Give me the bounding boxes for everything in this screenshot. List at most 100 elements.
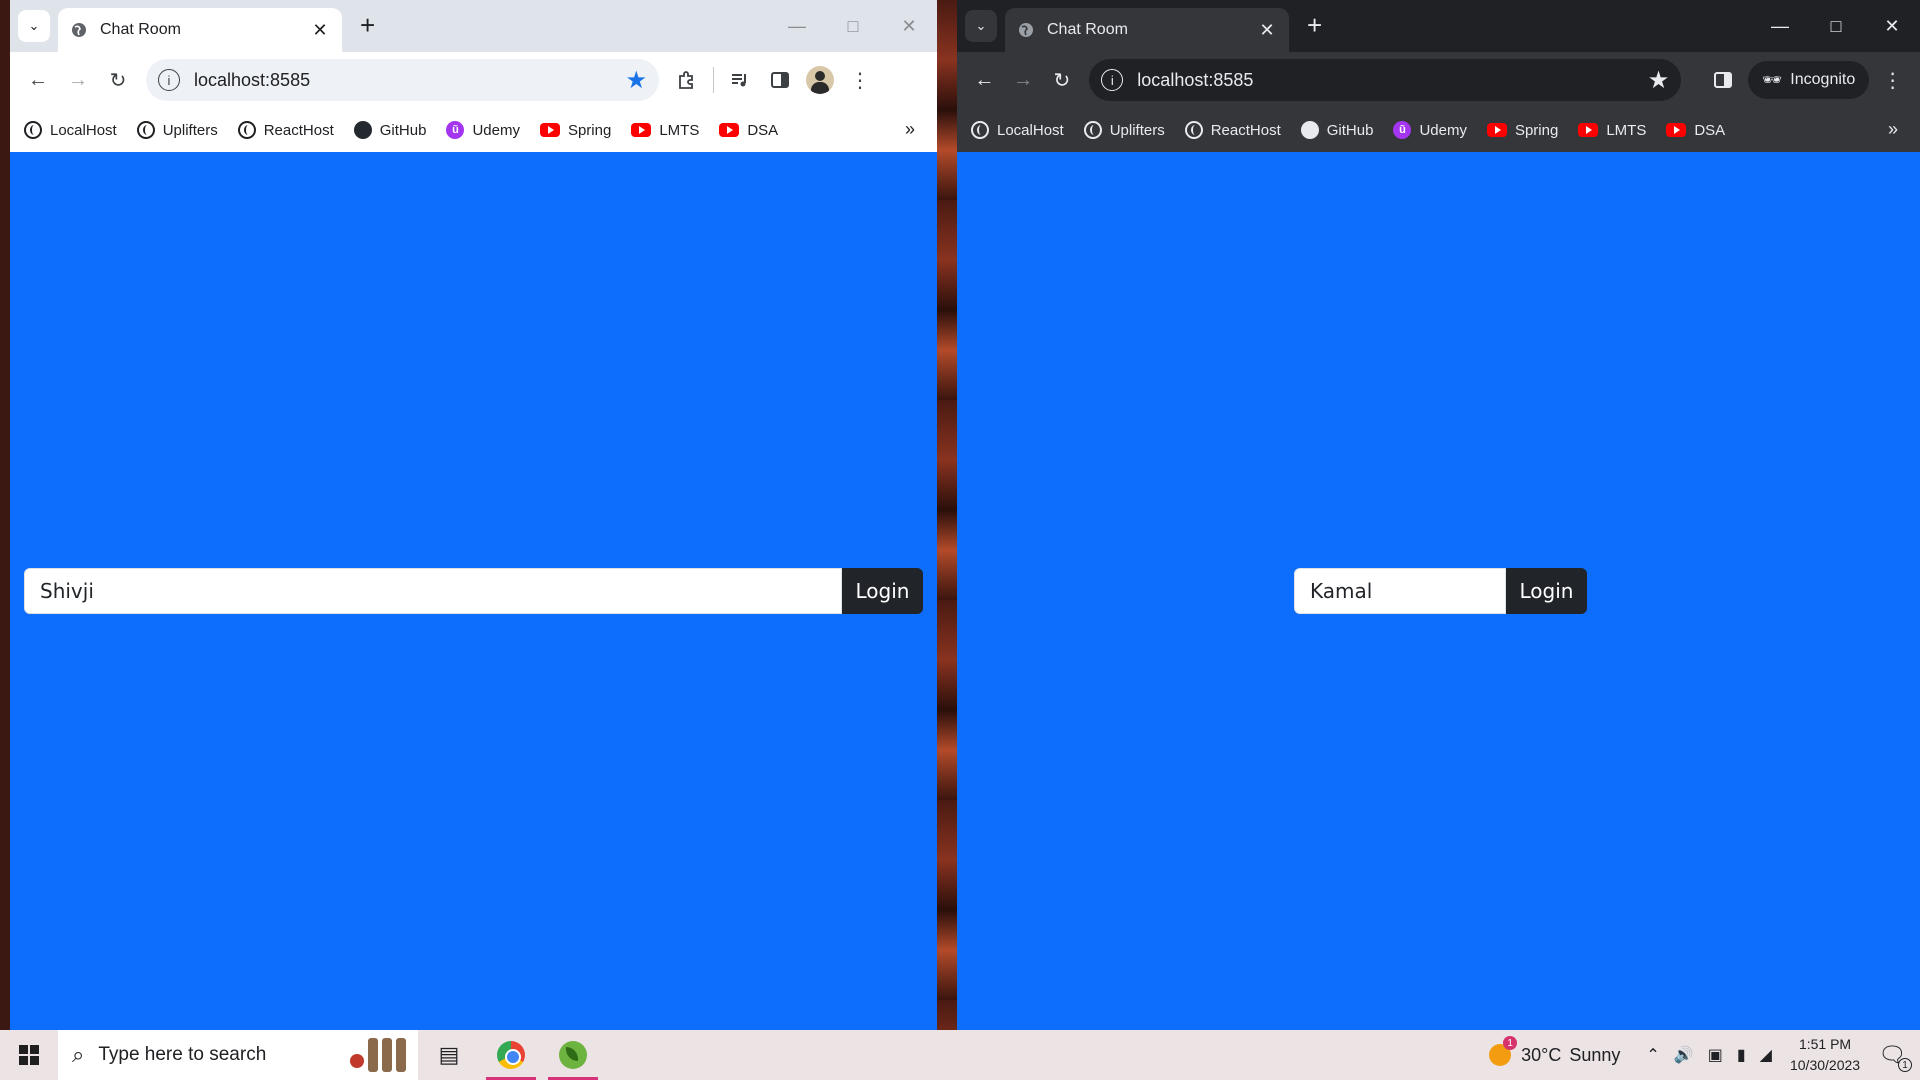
tab-chat-room[interactable]: Chat Room ✕ <box>1005 8 1289 52</box>
profile-avatar[interactable] <box>800 60 840 100</box>
bookmark-label: DSA <box>747 121 779 139</box>
globe-icon <box>70 21 88 39</box>
login-button[interactable]: Login <box>1506 568 1587 614</box>
github-icon <box>353 121 372 139</box>
minimize-icon[interactable]: — <box>769 0 825 52</box>
wifi-icon[interactable]: ◢ <box>1760 1045 1772 1065</box>
side-panel-icon[interactable] <box>760 60 800 100</box>
taskbar-search-box[interactable]: ⌕ Type here to search <box>58 1030 418 1080</box>
globe-icon <box>237 121 256 139</box>
extensions-icon[interactable] <box>667 60 707 100</box>
bookmark-lmts[interactable]: LMTS <box>631 122 699 139</box>
browser-toolbar: ← → ↻ i localhost:8585 ★ ⋮ <box>10 52 937 108</box>
spring-icon <box>559 1041 587 1069</box>
windows-taskbar: ⌕ Type here to search ▤ 1 30°C Sunny ⌃ 🔊… <box>0 1030 1920 1080</box>
bookmark-label: LocalHost <box>50 121 117 139</box>
bookmark-uplifters[interactable]: Uplifters <box>1083 121 1165 139</box>
clock[interactable]: 1:51 PM 10/30/2023 <box>1790 1034 1860 1076</box>
bookmark-udemy[interactable]: ũ Udemy <box>446 121 520 139</box>
menu-kebab-icon[interactable]: ⋮ <box>840 60 880 100</box>
bookmarks-overflow-icon[interactable]: » <box>1888 119 1898 140</box>
bookmark-star-icon[interactable]: ★ <box>1648 66 1670 95</box>
media-control-icon[interactable] <box>720 60 760 100</box>
address-url[interactable]: localhost:8585 <box>194 70 625 91</box>
globe-icon <box>1184 121 1203 139</box>
tab-strip: ⌄ Chat Room ✕ + — □ ✕ <box>957 0 1920 52</box>
address-bar[interactable]: i localhost:8585 ★ <box>1089 59 1682 101</box>
taskbar-chrome[interactable] <box>480 1030 542 1080</box>
login-button[interactable]: Login <box>842 568 923 614</box>
address-url[interactable]: localhost:8585 <box>1137 70 1647 91</box>
minimize-icon[interactable]: — <box>1752 0 1808 52</box>
incognito-badge[interactable]: 🕶 Incognito <box>1747 61 1870 99</box>
taskbar-spring-tool-suite[interactable] <box>542 1030 604 1080</box>
clock-date: 10/30/2023 <box>1789 1057 1861 1073</box>
new-tab-button[interactable]: + <box>1307 12 1322 38</box>
start-button[interactable] <box>0 1030 58 1080</box>
bookmark-label: DSA <box>1694 121 1726 139</box>
notifications-icon[interactable]: 🗨 1 <box>1878 1042 1912 1072</box>
site-info-icon[interactable]: i <box>158 69 180 91</box>
close-window-icon[interactable]: ✕ <box>1864 0 1920 52</box>
tab-search-button[interactable]: ⌄ <box>965 10 997 42</box>
tab-chat-room[interactable]: Chat Room ✕ <box>58 8 342 52</box>
menu-kebab-icon[interactable]: ⋮ <box>1873 60 1912 100</box>
bookmark-reacthost[interactable]: ReactHost <box>1184 121 1281 139</box>
bookmark-label: LocalHost <box>997 121 1064 139</box>
youtube-icon <box>631 123 652 137</box>
chevron-up-icon[interactable]: ⌃ <box>1646 1045 1659 1065</box>
bookmark-localhost[interactable]: LocalHost <box>24 121 117 139</box>
globe-icon <box>1083 121 1102 139</box>
close-tab-icon[interactable]: ✕ <box>1257 20 1277 41</box>
forward-arrow-icon[interactable]: → <box>1004 60 1043 100</box>
bookmark-star-icon[interactable]: ★ <box>625 66 647 95</box>
bookmark-label: Uplifters <box>1109 121 1165 139</box>
battery-icon[interactable]: ▮ <box>1737 1045 1746 1065</box>
bookmark-uplifters[interactable]: Uplifters <box>136 121 218 139</box>
bookmark-label: GitHub <box>1326 121 1374 139</box>
tab-strip: ⌄ Chat Room ✕ + — □ ✕ <box>10 0 937 52</box>
username-input[interactable] <box>1294 568 1506 614</box>
globe-icon <box>24 121 42 139</box>
task-view-button[interactable]: ▤ <box>418 1030 480 1080</box>
bookmark-github[interactable]: GitHub <box>1300 121 1374 139</box>
browser-window-left: ⌄ Chat Room ✕ + — □ ✕ ← → ↻ i localhost:… <box>10 0 937 1030</box>
weather-widget[interactable]: 1 30°C Sunny <box>1489 1036 1620 1066</box>
incognito-label: Incognito <box>1790 71 1856 88</box>
address-bar[interactable]: i localhost:8585 ★ <box>146 59 659 101</box>
bookmark-reacthost[interactable]: ReactHost <box>237 121 334 139</box>
close-tab-icon[interactable]: ✕ <box>310 20 330 41</box>
maximize-icon[interactable]: □ <box>825 0 881 52</box>
github-icon <box>1300 121 1319 139</box>
sun-icon: 1 <box>1489 1036 1518 1066</box>
bookmark-github[interactable]: GitHub <box>353 121 426 139</box>
bookmark-dsa[interactable]: DSA <box>1666 122 1725 139</box>
speaker-icon[interactable]: 🔊 <box>1674 1045 1694 1065</box>
login-form: Login <box>24 568 923 614</box>
tab-search-button[interactable]: ⌄ <box>18 10 50 42</box>
bookmark-udemy[interactable]: ũ Udemy <box>1393 121 1467 139</box>
back-arrow-icon[interactable]: ← <box>965 60 1004 100</box>
back-arrow-icon[interactable]: ← <box>18 60 58 100</box>
forward-arrow-icon[interactable]: → <box>58 60 98 100</box>
udemy-icon: ũ <box>1393 121 1412 139</box>
site-info-icon[interactable]: i <box>1101 69 1124 91</box>
bookmark-spring[interactable]: Spring <box>539 122 611 139</box>
bookmark-lmts[interactable]: LMTS <box>1578 122 1646 139</box>
username-input[interactable] <box>24 568 842 614</box>
new-tab-button[interactable]: + <box>360 12 375 38</box>
bookmark-label: ReactHost <box>263 121 334 139</box>
bookmark-spring[interactable]: Spring <box>1486 122 1558 139</box>
meet-icon[interactable]: ▣ <box>1708 1045 1723 1065</box>
side-panel-icon[interactable] <box>1703 60 1742 100</box>
reload-icon[interactable]: ↻ <box>98 60 138 100</box>
bookmark-label: LMTS <box>1606 121 1647 139</box>
maximize-icon[interactable]: □ <box>1808 0 1864 52</box>
youtube-icon <box>1666 123 1687 137</box>
close-window-icon[interactable]: ✕ <box>881 0 937 52</box>
bookmark-dsa[interactable]: DSA <box>719 122 778 139</box>
bookmarks-overflow-icon[interactable]: » <box>905 119 915 140</box>
search-placeholder: Type here to search <box>98 1044 267 1065</box>
reload-icon[interactable]: ↻ <box>1043 60 1082 100</box>
bookmark-localhost[interactable]: LocalHost <box>971 121 1064 139</box>
